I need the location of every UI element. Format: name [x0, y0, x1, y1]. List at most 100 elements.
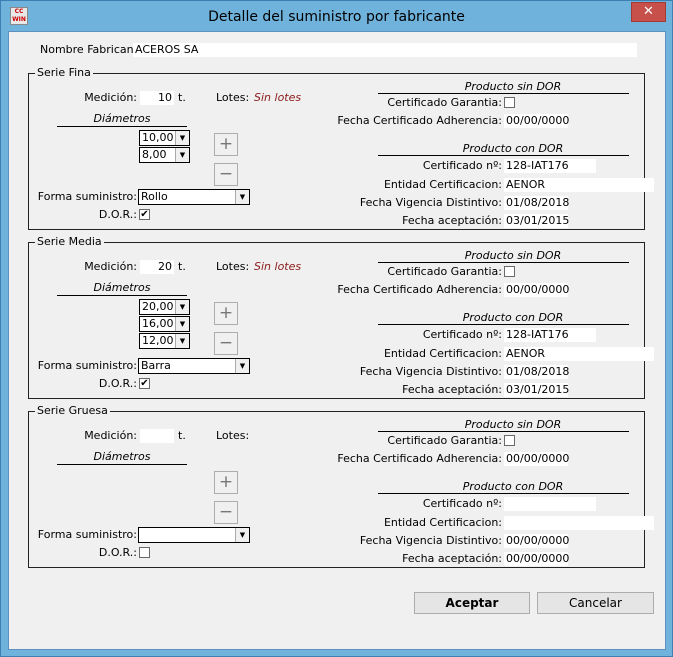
producto-con-dor-title: Producto con DOR: [462, 480, 564, 493]
fabricante-field[interactable]: ACEROS SA: [133, 43, 637, 57]
cert-garantia-label: Certificado Garantia:: [387, 434, 502, 447]
cert-num-label: Certificado nº:: [422, 497, 502, 510]
cert-garantia-checkbox[interactable]: [504, 266, 515, 277]
fecha-adh-label: Fecha Certificado Adherencia:: [337, 283, 502, 296]
entidad-field[interactable]: [504, 516, 654, 530]
producto-sin-dor-title: Producto sin DOR: [464, 249, 562, 262]
series-group-2: Serie Media Medición: 20 t. Lotes: Sin l…: [28, 235, 654, 399]
fecha-acep-field[interactable]: 03/01/2015: [504, 383, 569, 397]
dor-label: D.O.R.:: [98, 377, 137, 390]
con-dor-underline: [378, 493, 629, 494]
forma-select[interactable]: Barra ▼: [138, 358, 250, 374]
diametros-label: Diámetros: [93, 112, 151, 125]
forma-value: Rollo: [141, 190, 168, 203]
cert-garantia-label: Certificado Garantia:: [387, 96, 502, 109]
fecha-vig-field[interactable]: 01/08/2018: [504, 365, 569, 379]
fecha-acep-label: Fecha aceptación:: [402, 552, 502, 565]
cert-garantia-checkbox[interactable]: [504, 435, 515, 446]
diametro-value: 10,00: [142, 131, 174, 144]
dor-checkbox[interactable]: ✔: [139, 378, 150, 389]
aceptar-button[interactable]: Aceptar: [414, 592, 530, 614]
con-dor-underline: [378, 155, 629, 156]
dor-label: D.O.R.:: [98, 546, 137, 559]
entidad-field[interactable]: AENOR: [504, 178, 654, 192]
chevron-down-icon: ▼: [175, 334, 189, 348]
fecha-adh-label: Fecha Certificado Adherencia:: [337, 114, 502, 127]
dor-checkbox[interactable]: [139, 547, 150, 558]
fecha-adh-field[interactable]: 00/00/0000: [504, 283, 569, 297]
fecha-vig-field[interactable]: 01/08/2018: [504, 196, 569, 210]
sin-dor-underline: [378, 262, 629, 263]
cert-num-label: Certificado nº:: [422, 159, 502, 172]
fecha-vig-label: Fecha Vigencia Distintivo:: [359, 534, 502, 547]
diametros-underline: [57, 295, 187, 296]
diametro-value: 16,00: [142, 317, 174, 330]
cancelar-button[interactable]: Cancelar: [537, 592, 654, 614]
add-diametro-button[interactable]: +: [214, 302, 238, 325]
entidad-label: Entidad Certificacion:: [383, 516, 502, 529]
title-bar[interactable]: CC WIN Detalle del suministro por fabric…: [1, 1, 672, 31]
fecha-adh-field[interactable]: 00/00/0000: [504, 452, 569, 466]
cert-garantia-checkbox[interactable]: [504, 97, 515, 108]
diametro-select[interactable]: 8,00 ▼: [139, 147, 190, 163]
chevron-down-icon: ▼: [175, 317, 189, 331]
cert-num-field[interactable]: [504, 497, 596, 511]
diametros-label: Diámetros: [93, 450, 151, 463]
producto-sin-dor-title: Producto sin DOR: [464, 80, 562, 93]
dor-checkbox[interactable]: ✔: [139, 209, 150, 220]
entidad-label: Entidad Certificacion:: [383, 347, 502, 360]
fecha-acep-field[interactable]: 03/01/2015: [504, 214, 569, 228]
sin-dor-underline: [378, 431, 629, 432]
diametro-select[interactable]: 20,00 ▼: [139, 299, 190, 315]
medicion-unit: t.: [178, 429, 186, 442]
forma-select[interactable]: Rollo ▼: [138, 189, 250, 205]
medicion-label: Medición:: [84, 91, 137, 104]
lotes-label: Lotes:: [216, 260, 250, 273]
chevron-down-icon: ▼: [235, 359, 249, 373]
series-title: Serie Media: [35, 235, 104, 249]
fecha-vig-label: Fecha Vigencia Distintivo:: [359, 196, 502, 209]
cert-num-label: Certificado nº:: [422, 328, 502, 341]
forma-label: Forma suministro:: [37, 359, 137, 372]
cert-num-field[interactable]: 128-IAT176: [504, 328, 596, 342]
forma-label: Forma suministro:: [37, 190, 137, 203]
forma-value: Barra: [141, 359, 171, 372]
fecha-acep-label: Fecha aceptación:: [402, 214, 502, 227]
cert-num-field[interactable]: 128-IAT176: [504, 159, 596, 173]
chevron-down-icon: ▼: [175, 148, 189, 162]
medicion-field[interactable]: [140, 429, 174, 443]
series-group-1: Serie Fina Medición: 10 t. Lotes: Sin lo…: [28, 66, 654, 230]
lotes-label: Lotes:: [216, 429, 250, 442]
remove-diametro-button[interactable]: −: [214, 332, 238, 355]
dor-label: D.O.R.:: [98, 208, 137, 221]
close-button[interactable]: ✕: [631, 2, 666, 22]
add-diametro-button[interactable]: +: [214, 133, 238, 156]
con-dor-underline: [378, 324, 629, 325]
sin-dor-underline: [378, 93, 629, 94]
diametros-underline: [57, 126, 187, 127]
producto-con-dor-title: Producto con DOR: [462, 142, 564, 155]
medicion-field[interactable]: 20: [140, 260, 174, 274]
diametro-select[interactable]: 10,00 ▼: [139, 130, 190, 146]
fecha-vig-field[interactable]: 00/00/0000: [504, 534, 569, 548]
dialog-body: Nombre Fabricante: ACEROS SA Serie Fina …: [8, 31, 666, 650]
diametro-value: 12,00: [142, 334, 174, 347]
medicion-field[interactable]: 10: [140, 91, 174, 105]
entidad-field[interactable]: AENOR: [504, 347, 654, 361]
chevron-down-icon: ▼: [235, 190, 249, 204]
diametro-select[interactable]: 12,00 ▼: [139, 333, 190, 349]
forma-select[interactable]: ▼: [138, 527, 250, 543]
chevron-down-icon: ▼: [175, 131, 189, 145]
fecha-adh-field[interactable]: 00/00/0000: [504, 114, 569, 128]
series-group-3: Serie Gruesa Medición: t. Lotes: Diámetr…: [28, 404, 654, 568]
series-title: Serie Fina: [35, 66, 93, 80]
remove-diametro-button[interactable]: −: [214, 501, 238, 524]
remove-diametro-button[interactable]: −: [214, 163, 238, 186]
diametro-select[interactable]: 16,00 ▼: [139, 316, 190, 332]
medicion-unit: t.: [178, 260, 186, 273]
fecha-acep-field[interactable]: 00/00/0000: [504, 552, 569, 566]
fecha-acep-label: Fecha aceptación:: [402, 383, 502, 396]
lotes-label: Lotes:: [216, 91, 250, 104]
add-diametro-button[interactable]: +: [214, 471, 238, 494]
window-frame: CC WIN Detalle del suministro por fabric…: [0, 0, 673, 657]
